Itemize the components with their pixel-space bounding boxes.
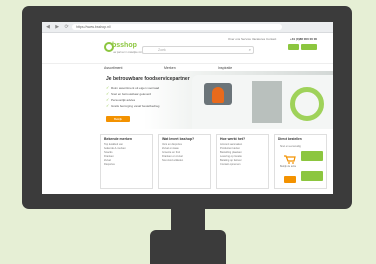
search-input[interactable]: Zoek ⌕ <box>142 46 254 54</box>
monitor-stand <box>150 230 226 264</box>
box-subtitle: Bekijk de actie <box>280 165 297 168</box>
box-subtitle: Snel en eenvoudig <box>280 145 301 148</box>
hero-bullet: ✓ Gratis bezorging vanaf bestelbedrag <box>106 103 160 108</box>
browser-toolbar: ◀ ▶ ⟳ https://www.bsshop.nl/ <box>42 22 333 33</box>
box-title: Hoe werkt het? <box>220 137 246 141</box>
driver-figure <box>212 87 224 103</box>
info-box-offer[interactable]: Wat levert bsshop? Vers en diepvries Zui… <box>158 134 211 189</box>
top-links[interactable]: Over ons Service Vacatures Contact <box>228 37 276 41</box>
truck-side <box>252 81 282 123</box>
box-title: Wat levert bsshop? <box>162 137 195 141</box>
address-bar[interactable]: https://www.bsshop.nl/ <box>72 24 282 30</box>
cart-icon <box>283 151 297 164</box>
info-boxes: Bekende merken Top kwaliteit van bekende… <box>100 134 329 192</box>
search-placeholder: Zoek <box>158 48 166 52</box>
truck-logo-icon <box>290 87 324 121</box>
hero-cta-button[interactable]: Bekijk assortiment <box>106 116 130 127</box>
search-icon[interactable]: ⌕ <box>249 47 251 53</box>
login-button[interactable] <box>288 44 299 50</box>
cart-button[interactable] <box>301 44 317 50</box>
logo-word: bsshop <box>112 42 137 49</box>
promo-button[interactable] <box>301 171 323 181</box>
box-line[interactable]: Non-food artikelen <box>162 159 183 163</box>
screen: ◀ ▶ ⟳ https://www.bsshop.nl/ bsshop uw p… <box>42 22 333 194</box>
order-button[interactable] <box>301 151 323 161</box>
hero-title: Je betrouwbare foodservicepartner <box>106 76 190 82</box>
logo-tagline: uw partner in zakelijke zorg <box>113 51 144 54</box>
info-box-how[interactable]: Hoe werkt het? Account aanmaken Producte… <box>216 134 269 189</box>
promo-icon <box>283 171 297 183</box>
info-box-brands[interactable]: Bekende merken Top kwaliteit van bekende… <box>100 134 153 189</box>
box-title: Bekende merken <box>104 137 133 141</box>
info-box-order[interactable]: Direct bestellen Snel en eenvoudig Bekij… <box>274 134 327 189</box>
browser-nav-icons[interactable]: ◀ ▶ ⟳ <box>46 24 71 30</box>
box-line[interactable]: Contact opnemen <box>220 163 242 167</box>
phone-number: +31 (0)88 000 00 00 <box>290 37 318 41</box>
box-line[interactable]: Diepvries <box>104 163 126 167</box>
site-logo[interactable]: bsshop uw partner in zakelijke zorg <box>104 40 143 56</box>
site-header: bsshop uw partner in zakelijke zorg Zoek… <box>42 33 333 63</box>
hero-bullets: ✓ Ruim assortiment uit eigen voorraad ✓ Sn… <box>106 85 159 109</box>
box-title: Direct bestellen <box>278 137 302 141</box>
hero-banner: Je betrouwbare foodservicepartner ✓ Ruim … <box>42 71 333 129</box>
address-bar-url: https://www.bsshop.nl/ <box>76 25 111 29</box>
check-icon: ✓ <box>106 103 110 108</box>
